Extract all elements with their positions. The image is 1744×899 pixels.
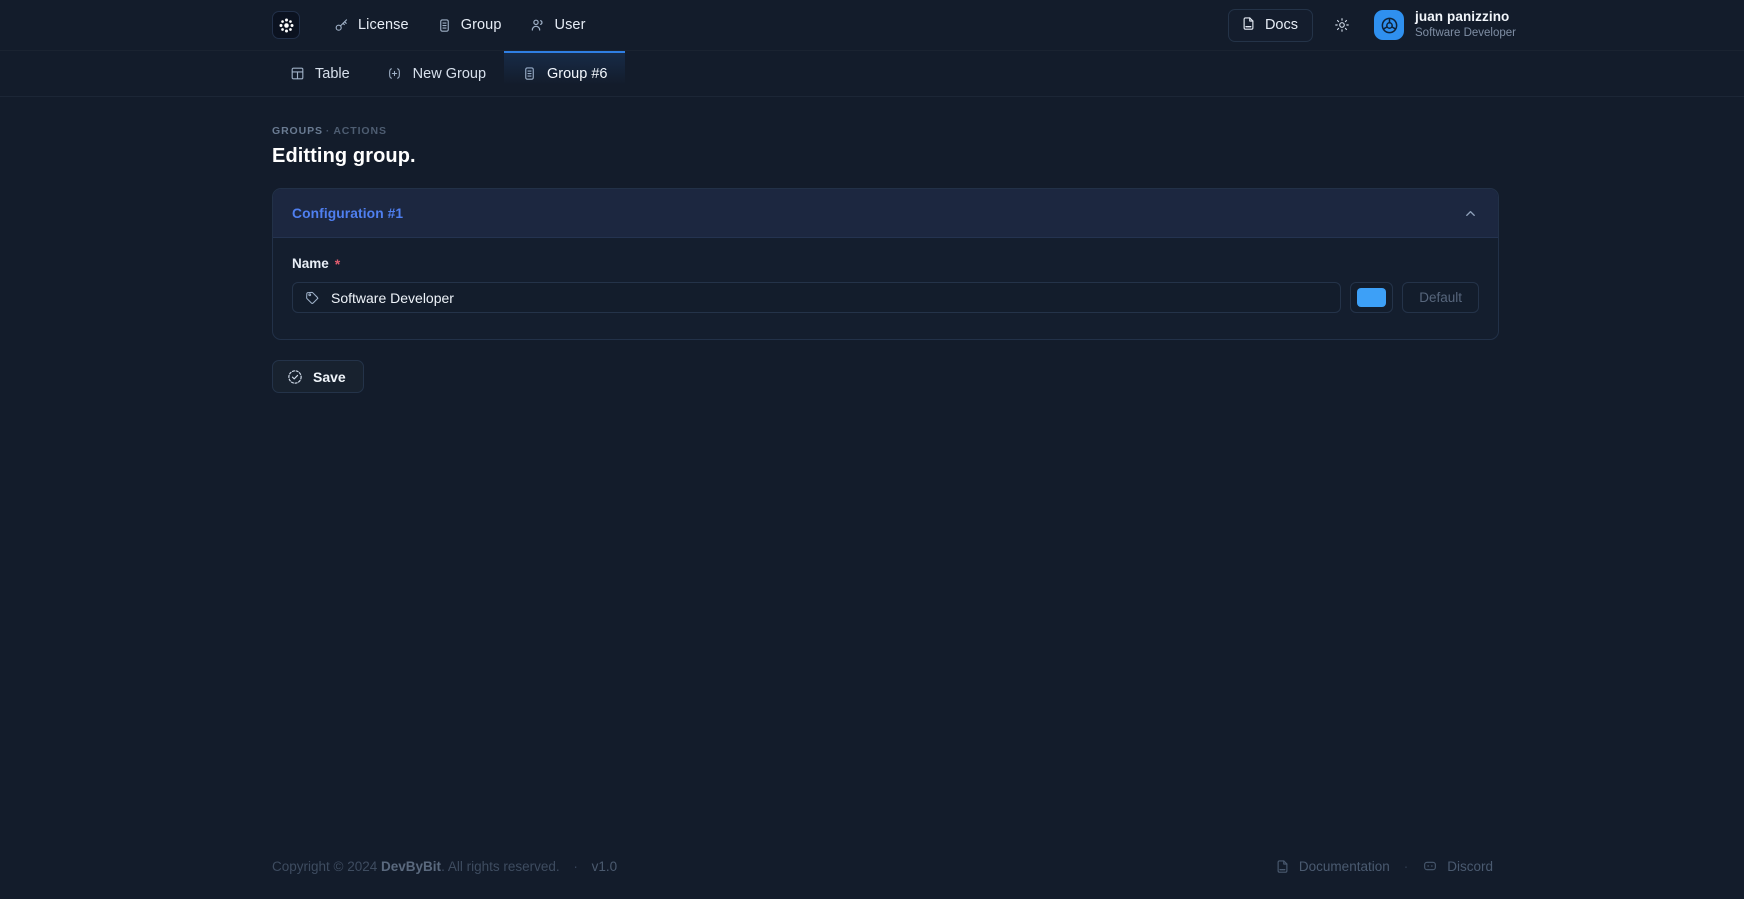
footer-copyright: Copyright © 2024 DevByBit. All rights re… [272,859,617,874]
nav-item-user[interactable]: User [516,11,600,39]
avatar-icon [1381,17,1397,33]
key-icon [334,18,349,33]
save-button-label: Save [313,368,346,385]
footer-separator: · [573,858,578,874]
configuration-card: Configuration #1 Name * Software Develop… [272,188,1499,340]
docs-button[interactable]: Docs [1227,8,1313,42]
footer-link-separator: · [1403,858,1409,874]
user-meta: juan panizzino Software Developer [1415,9,1516,40]
name-field-label: Name * [292,256,1479,271]
user-profile-chip[interactable]: juan panizzino Software Developer [1371,6,1522,43]
users-icon [530,17,546,33]
avatar [1374,10,1404,40]
doc-file-icon [1275,859,1290,874]
clipboard-icon [522,66,537,81]
save-button[interactable]: Save [272,360,364,393]
nav-left-group: License Group User [272,11,600,39]
color-swatch [1357,288,1387,307]
nav-item-user-label: User [554,17,586,33]
table-icon [290,66,305,81]
footer-version: v1.0 [591,858,618,874]
app-logo[interactable] [272,11,300,39]
discord-icon [1422,858,1438,874]
footer-copyright-prefix: Copyright © 2024 [272,858,378,874]
configuration-card-body: Name * Default [273,238,1498,339]
default-button[interactable]: Default [1402,282,1479,313]
footer: Copyright © 2024 DevByBit. All rights re… [0,833,1744,899]
tab-new-group-label: New Group [412,65,487,82]
breadcrumb-separator: · [325,125,331,137]
top-navigation-bar: License Group User Docs juan panizzino S… [0,0,1744,51]
tab-list: Table New Group Group #6 [272,51,626,96]
breadcrumb-actions[interactable]: ACTIONS [333,125,387,137]
footer-link-documentation[interactable]: Documentation [1269,855,1396,878]
required-marker: * [334,255,341,272]
footer-link-discord-label: Discord [1447,858,1493,874]
name-input-wrapper[interactable] [292,282,1342,313]
tab-table[interactable]: Table [272,51,368,96]
snowflake-logo-icon [278,17,294,33]
docs-button-label: Docs [1264,17,1298,33]
footer-links: Documentation · Discord [1269,854,1499,878]
user-role: Software Developer [1415,27,1516,40]
page-title: Editting group. [272,145,416,167]
tab-group-6-label: Group #6 [547,65,608,82]
breadcrumb-groups[interactable]: GROUPS [272,125,323,137]
tab-new-group[interactable]: New Group [368,51,504,96]
breadcrumb: GROUPS · ACTIONS [272,125,1499,137]
nav-item-group-label: Group [460,17,502,33]
name-field-row: Default [292,282,1479,313]
name-input[interactable] [331,289,1329,306]
check-circle-dashed-icon [287,369,303,385]
color-picker-button[interactable] [1350,282,1394,313]
footer-link-documentation-label: Documentation [1298,858,1390,874]
chevron-up-icon[interactable] [1463,206,1478,221]
nav-item-license-label: License [358,17,409,33]
name-field-label-text: Name [292,256,329,271]
nav-right-group: Docs juan panizzino Software Developer [1227,6,1522,43]
footer-brand: DevByBit [381,858,442,874]
tab-bar: Table New Group Group #6 [0,51,1744,97]
doc-file-icon [1241,16,1256,35]
tag-icon [305,290,320,305]
footer-link-discord[interactable]: Discord [1416,854,1499,878]
sun-icon [1335,18,1349,32]
nav-item-group[interactable]: Group [423,11,516,39]
tab-group-6[interactable]: Group #6 [504,51,626,96]
clipboard-icon [437,18,452,33]
theme-toggle-button[interactable] [1329,12,1355,38]
nav-item-license[interactable]: License [320,11,423,39]
user-name: juan panizzino [1415,9,1510,25]
footer-copyright-suffix: . All rights reserved. [441,858,560,874]
plus-brackets-icon [386,66,403,81]
tab-table-label: Table [315,65,350,82]
configuration-card-header[interactable]: Configuration #1 [273,189,1498,238]
main-content: GROUPS · ACTIONS Editting group. Configura… [0,97,1744,393]
configuration-card-title: Configuration #1 [292,205,404,221]
